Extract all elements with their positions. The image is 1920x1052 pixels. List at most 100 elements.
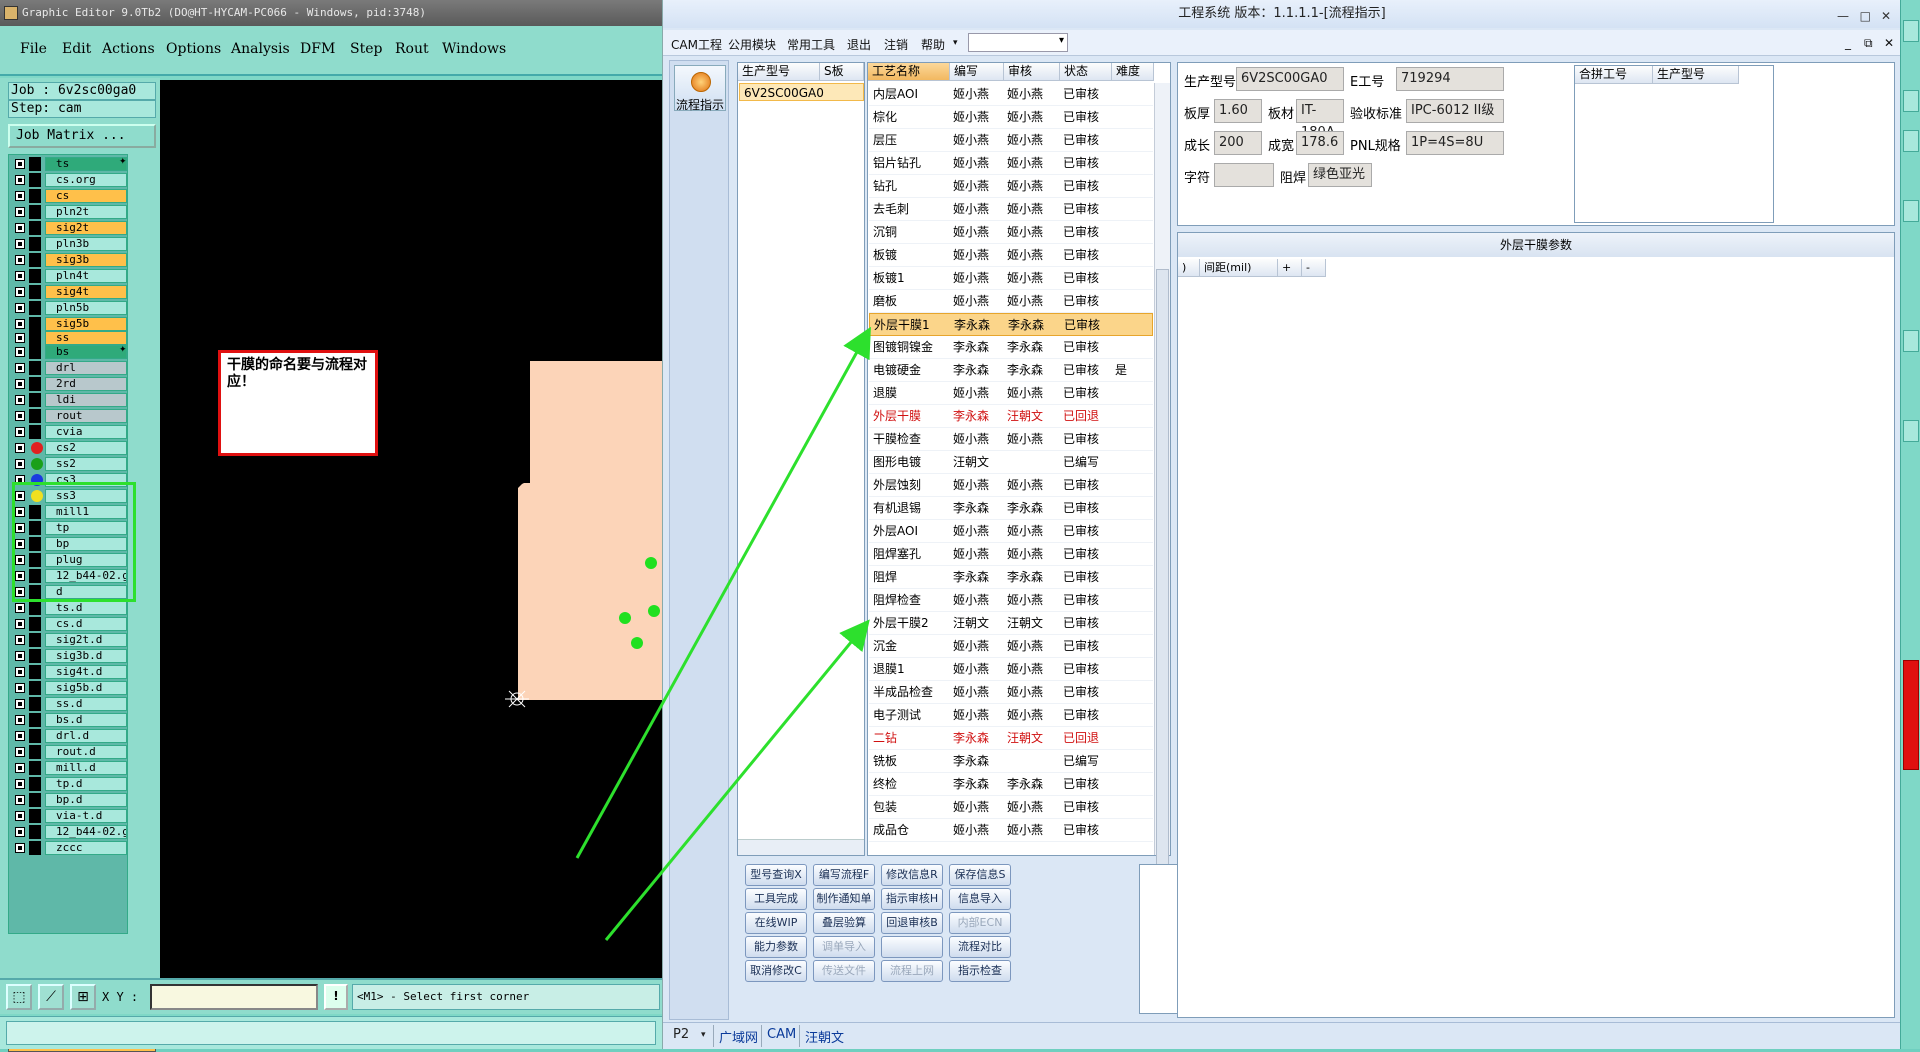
- layer-name[interactable]: sig5b: [45, 317, 127, 331]
- menu-common-tools[interactable]: 常用工具: [787, 36, 835, 53]
- layer-checkbox[interactable]: [15, 731, 25, 741]
- length-field[interactable]: 200: [1214, 131, 1262, 155]
- layer-swatch[interactable]: [29, 505, 41, 519]
- layer-checkbox[interactable]: [15, 271, 25, 281]
- status-header[interactable]: 状态: [1060, 63, 1112, 81]
- layer-row[interactable]: plug: [11, 553, 135, 567]
- layer-checkbox[interactable]: [15, 287, 25, 297]
- layer-row[interactable]: cs.d: [11, 617, 135, 631]
- process-row[interactable]: 电子测试 姬小燕 姬小燕 已审核: [869, 704, 1153, 727]
- layer-row[interactable]: cvia: [11, 425, 135, 439]
- layer-row[interactable]: bp.d: [11, 793, 135, 807]
- process-row[interactable]: 阻焊检查 姬小燕 姬小燕 已审核: [869, 589, 1153, 612]
- menu-logout[interactable]: 注销: [884, 36, 908, 53]
- layer-row[interactable]: drl.d: [11, 729, 135, 743]
- xy-input[interactable]: [150, 984, 318, 1010]
- warning-icon[interactable]: !: [324, 984, 348, 1010]
- layer-row[interactable]: mill1: [11, 505, 135, 519]
- layer-checkbox[interactable]: [15, 411, 25, 421]
- help-dropdown-icon[interactable]: ▾: [953, 38, 958, 48]
- model-field[interactable]: 6V2SC00GA0: [1236, 67, 1344, 91]
- layer-row[interactable]: rout.d: [11, 745, 135, 759]
- layer-row[interactable]: ts ✦: [11, 157, 135, 171]
- merge-job-header[interactable]: 合拼工号: [1575, 66, 1653, 84]
- layer-row[interactable]: sig3b.d: [11, 649, 135, 663]
- layer-name[interactable]: ss3: [45, 489, 127, 503]
- layer-checkbox[interactable]: [15, 779, 25, 789]
- layer-swatch[interactable]: [29, 841, 41, 855]
- layer-row[interactable]: mill.d: [11, 761, 135, 775]
- layer-swatch[interactable]: [29, 697, 41, 711]
- layer-row[interactable]: d: [11, 585, 135, 599]
- action-button[interactable]: 传送文件: [813, 960, 875, 982]
- process-row[interactable]: 有机退锡 李永森 李永森 已审核: [869, 497, 1153, 520]
- layer-checkbox[interactable]: [15, 427, 25, 437]
- layer-name[interactable]: sig3b: [45, 253, 127, 267]
- layer-name[interactable]: cs2: [45, 441, 127, 455]
- layer-swatch[interactable]: [29, 809, 41, 823]
- action-button[interactable]: 修改信息R: [881, 864, 943, 886]
- layer-name[interactable]: ss.d: [45, 697, 127, 711]
- menu-dfm[interactable]: DFM: [300, 41, 335, 57]
- layer-name[interactable]: cs3: [45, 473, 127, 487]
- process-row[interactable]: 干膜检查 姬小燕 姬小燕 已审核: [869, 428, 1153, 451]
- layer-checkbox[interactable]: [15, 555, 25, 565]
- layer-checkbox[interactable]: [15, 763, 25, 773]
- strip-button[interactable]: [1903, 420, 1919, 442]
- layer-swatch[interactable]: [29, 205, 41, 219]
- layer-name[interactable]: sig4t.d: [45, 665, 127, 679]
- menu-help[interactable]: 帮助: [921, 36, 945, 53]
- action-button[interactable]: 指示检查: [949, 960, 1011, 982]
- sboard-col-header[interactable]: S板: [820, 63, 864, 81]
- process-row[interactable]: 沉铜 姬小燕 姬小燕 已审核: [869, 221, 1153, 244]
- layer-swatch[interactable]: [29, 269, 41, 283]
- layer-row[interactable]: tp: [11, 521, 135, 535]
- mdi-minimize-icon[interactable]: _: [1845, 36, 1851, 50]
- model-col-header[interactable]: 生产型号: [738, 63, 820, 81]
- layer-name[interactable]: tp.d: [45, 777, 127, 791]
- layer-checkbox[interactable]: [15, 239, 25, 249]
- process-row[interactable]: 阻焊 李永森 李永森 已审核: [869, 566, 1153, 589]
- layer-row[interactable]: pln4t: [11, 269, 135, 283]
- layer-checkbox[interactable]: [15, 795, 25, 805]
- merge-model-header[interactable]: 生产型号: [1653, 66, 1739, 84]
- outer-col-0[interactable]: ): [1178, 259, 1200, 277]
- layer-color-dot[interactable]: [31, 490, 43, 502]
- layer-checkbox[interactable]: [15, 587, 25, 597]
- layer-row[interactable]: sig5b.d: [11, 681, 135, 695]
- layer-checkbox[interactable]: [15, 523, 25, 533]
- layer-row[interactable]: 12_b44-02.g: [11, 825, 135, 839]
- layer-swatch[interactable]: [29, 221, 41, 235]
- process-row[interactable]: 层压 姬小燕 姬小燕 已审核: [869, 129, 1153, 152]
- writer-header[interactable]: 编写: [950, 63, 1004, 81]
- process-row[interactable]: 退膜 姬小燕 姬小燕 已审核: [869, 382, 1153, 405]
- layer-checkbox[interactable]: [15, 747, 25, 757]
- maximize-icon[interactable]: □: [1860, 2, 1871, 30]
- strip-button[interactable]: [1903, 200, 1919, 222]
- process-row[interactable]: 图形电镀 汪朝文 已编写: [869, 451, 1153, 474]
- layer-name[interactable]: pln5b: [45, 301, 127, 315]
- layer-row[interactable]: sig5b: [11, 317, 135, 331]
- layer-swatch[interactable]: [29, 393, 41, 407]
- layer-row[interactable]: drl: [11, 361, 135, 375]
- layer-checkbox[interactable]: [15, 683, 25, 693]
- difficulty-header[interactable]: 难度: [1112, 63, 1154, 81]
- close-icon[interactable]: ✕: [1881, 2, 1891, 30]
- layer-row[interactable]: zccc: [11, 841, 135, 855]
- layer-name[interactable]: sig5b.d: [45, 681, 127, 695]
- layer-checkbox[interactable]: [15, 571, 25, 581]
- layer-swatch[interactable]: [29, 761, 41, 775]
- process-name-header[interactable]: 工艺名称: [868, 63, 950, 81]
- layer-checkbox[interactable]: [15, 443, 25, 453]
- thickness-field[interactable]: 1.60: [1214, 99, 1262, 123]
- layer-name[interactable]: 2rd: [45, 377, 127, 391]
- process-row[interactable]: 外层干膜2 汪朝文 汪朝文 已审核: [869, 612, 1153, 635]
- layer-row[interactable]: ldi: [11, 393, 135, 407]
- menu-analysis[interactable]: Analysis: [231, 41, 290, 57]
- layer-swatch[interactable]: [29, 729, 41, 743]
- action-button[interactable]: 型号查询X: [745, 864, 807, 886]
- layer-name[interactable]: mill1: [45, 505, 127, 519]
- layer-name[interactable]: pln4t: [45, 269, 127, 283]
- menu-step[interactable]: Step: [350, 41, 382, 57]
- action-button[interactable]: 流程对比: [949, 936, 1011, 958]
